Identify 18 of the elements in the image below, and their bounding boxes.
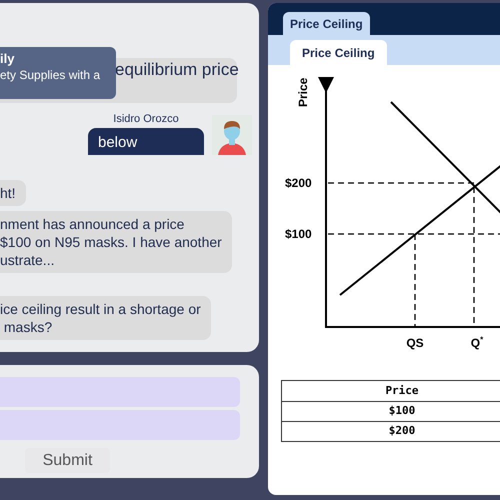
- price-label: $200: [285, 176, 312, 190]
- quantity-label: QS: [406, 336, 424, 350]
- price-label: $100: [285, 227, 312, 241]
- tab[interactable]: Price Ceiling: [283, 12, 370, 35]
- table-cell: $200: [282, 422, 500, 442]
- author-name: Isidro Orozco: [113, 113, 179, 126]
- quantity-label: Q$^{*}$: [470, 335, 484, 350]
- avatar-icon: [212, 115, 252, 155]
- bot-message: ht!: [0, 180, 26, 206]
- column-header: Price: [282, 380, 500, 402]
- table-cell: $100: [282, 402, 500, 422]
- submit-button[interactable]: Submit: [25, 448, 110, 473]
- bot-message: ice ceiling result in a shortage or masks?: [0, 296, 211, 340]
- tooltip-text: ety Supplies with a: [0, 67, 102, 83]
- user-message: below: [88, 128, 204, 155]
- bot-message: nment has announced a price $100 on N95 masks. I have another ustrate...: [0, 211, 232, 273]
- axis-label: Price: [296, 78, 310, 107]
- tab[interactable]: Price Ceiling: [290, 40, 387, 65]
